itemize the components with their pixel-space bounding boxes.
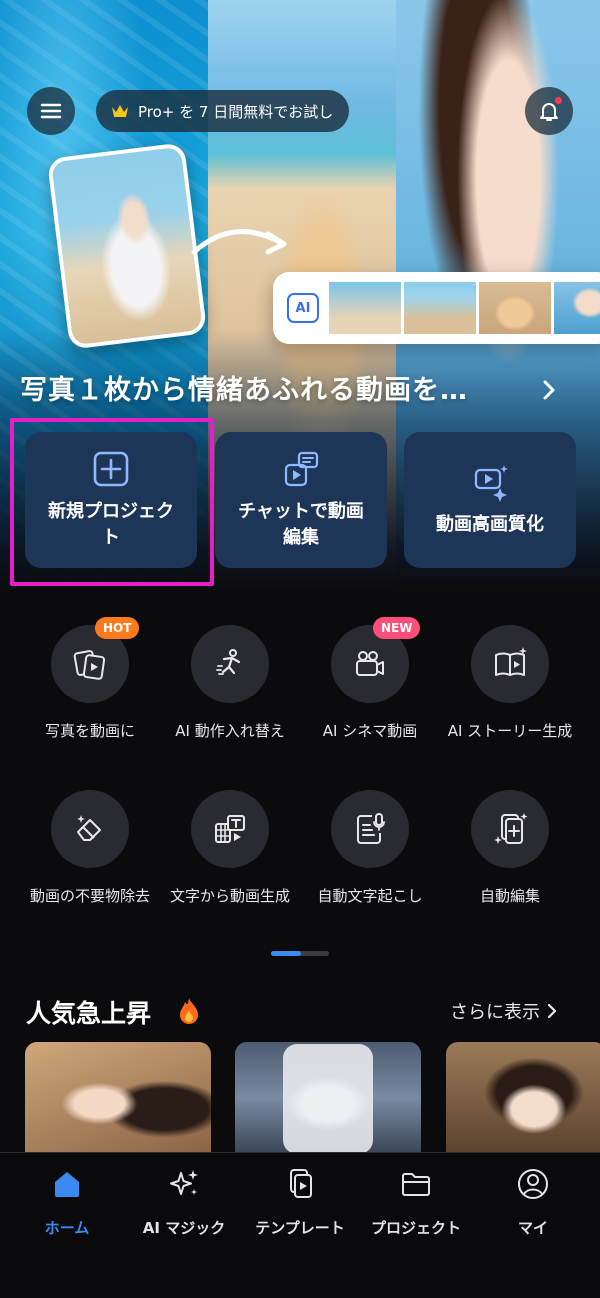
trending-card[interactable] [446,1042,600,1154]
nav-label: テンプレート [255,1219,345,1237]
story-book-icon [495,647,527,676]
hero-title: 写真１枚から情緒あふれる動画を… [20,375,468,406]
feature-label: 文字から動画生成 [169,887,290,905]
notification-dot [555,97,562,104]
feature-circle [471,625,549,703]
pro-trial-label: Pro+ を 7 日間無料でお試し [138,102,334,121]
video-enhance-button[interactable]: 動画高画質化 [404,432,576,568]
curved-arrow-icon [191,229,287,255]
feature-circle [191,790,269,868]
template-icon [290,1169,312,1198]
nav-projects[interactable]: プロジェクト [356,1167,476,1238]
feature-auto-edit[interactable]: 自動編集 [445,790,575,908]
frame-thumbnail [554,282,600,334]
chat-edit-label: チャットで動画編集 [238,501,364,548]
ai-chip-icon: AI [287,293,319,323]
auto-edit-icon [494,813,528,844]
frame-thumbnail [479,282,551,334]
nav-ai-magic[interactable]: AI マジック [124,1167,244,1238]
profile-icon [518,1169,548,1199]
menu-button[interactable] [27,87,75,135]
nav-label: AI マジック [142,1219,226,1237]
chat-video-icon [284,451,319,487]
nav-label: プロジェクト [370,1219,461,1237]
ai-frame-strip: AI [273,272,600,344]
feature-circle [51,790,129,868]
see-more-link[interactable]: さらに表示 [450,998,558,1024]
feature-auto-transcribe[interactable]: 自動文字起こし [305,790,435,908]
feature-motion-swap[interactable]: AI 動作入れ替え [165,625,295,743]
video-enhance-label: 動画高画質化 [436,514,544,535]
feature-text-to-video[interactable]: 文字から動画生成 [165,790,295,908]
crown-icon [112,105,128,117]
chevron-right-icon [547,1003,557,1019]
folder-icon [402,1173,430,1196]
feature-cinema-video[interactable]: NEW AI シネマ動画 [305,617,435,743]
enhance-video-icon [474,465,508,502]
transcribe-mic-icon [357,813,385,844]
feature-label: AI 動作入れ替え [175,722,285,740]
feature-label: 動画の不要物除去 [29,887,150,905]
notification-button[interactable] [525,87,573,135]
feature-photo-to-video[interactable]: HOT 写真を動画に [25,617,155,743]
feature-label: 写真を動画に [44,722,135,740]
nav-label: マイ [517,1219,548,1237]
feature-story-generation[interactable]: AI ストーリー生成 [445,625,575,743]
hamburger-icon [40,103,62,119]
text-to-video-icon [215,815,245,843]
highlight-frame [10,418,214,586]
home-icon [55,1172,79,1197]
frame-thumbnail [329,282,401,334]
feature-label: 自動文字起こし [317,887,423,905]
feature-label: AI シネマ動画 [322,722,418,740]
page-indicator-active [271,951,301,956]
trending-card[interactable] [25,1042,211,1154]
feature-object-removal[interactable]: 動画の不要物除去 [25,790,155,908]
feature-circle [191,625,269,703]
hot-badge: HOT [95,617,140,639]
fire-icon [180,998,198,1024]
see-more-label: さらに表示 [450,1002,540,1023]
trending-title: 人気急上昇 [26,999,152,1028]
page-indicator [271,951,329,956]
feature-circle [331,790,409,868]
nav-templates[interactable]: テンプレート [240,1167,360,1238]
chat-edit-button[interactable]: チャットで動画編集 [215,432,387,568]
feature-label: 自動編集 [479,887,540,905]
frame-thumbnails [329,282,600,334]
sparkle-icon [170,1170,198,1195]
feature-label: AI ストーリー生成 [447,722,573,740]
eraser-icon [77,815,101,841]
phone-mockup [283,1044,373,1154]
photo-to-video-icon [73,650,106,680]
nav-label: ホーム [44,1219,90,1237]
nav-home[interactable]: ホーム [7,1167,127,1238]
new-badge: NEW [373,617,421,639]
bottom-navigation: ホーム AI マジック テンプレート プロジェクト マイ [0,1152,600,1298]
motion-swap-icon [216,649,241,675]
cinema-camera-icon [356,651,384,676]
nav-my-page[interactable]: マイ [473,1167,593,1238]
pro-trial-button[interactable]: Pro+ を 7 日間無料でお試し [96,90,350,132]
feature-circle [471,790,549,868]
trending-card[interactable] [235,1042,421,1154]
frame-thumbnail [404,282,476,334]
hero-photo-card [46,142,208,350]
chevron-right-icon[interactable] [538,378,560,402]
